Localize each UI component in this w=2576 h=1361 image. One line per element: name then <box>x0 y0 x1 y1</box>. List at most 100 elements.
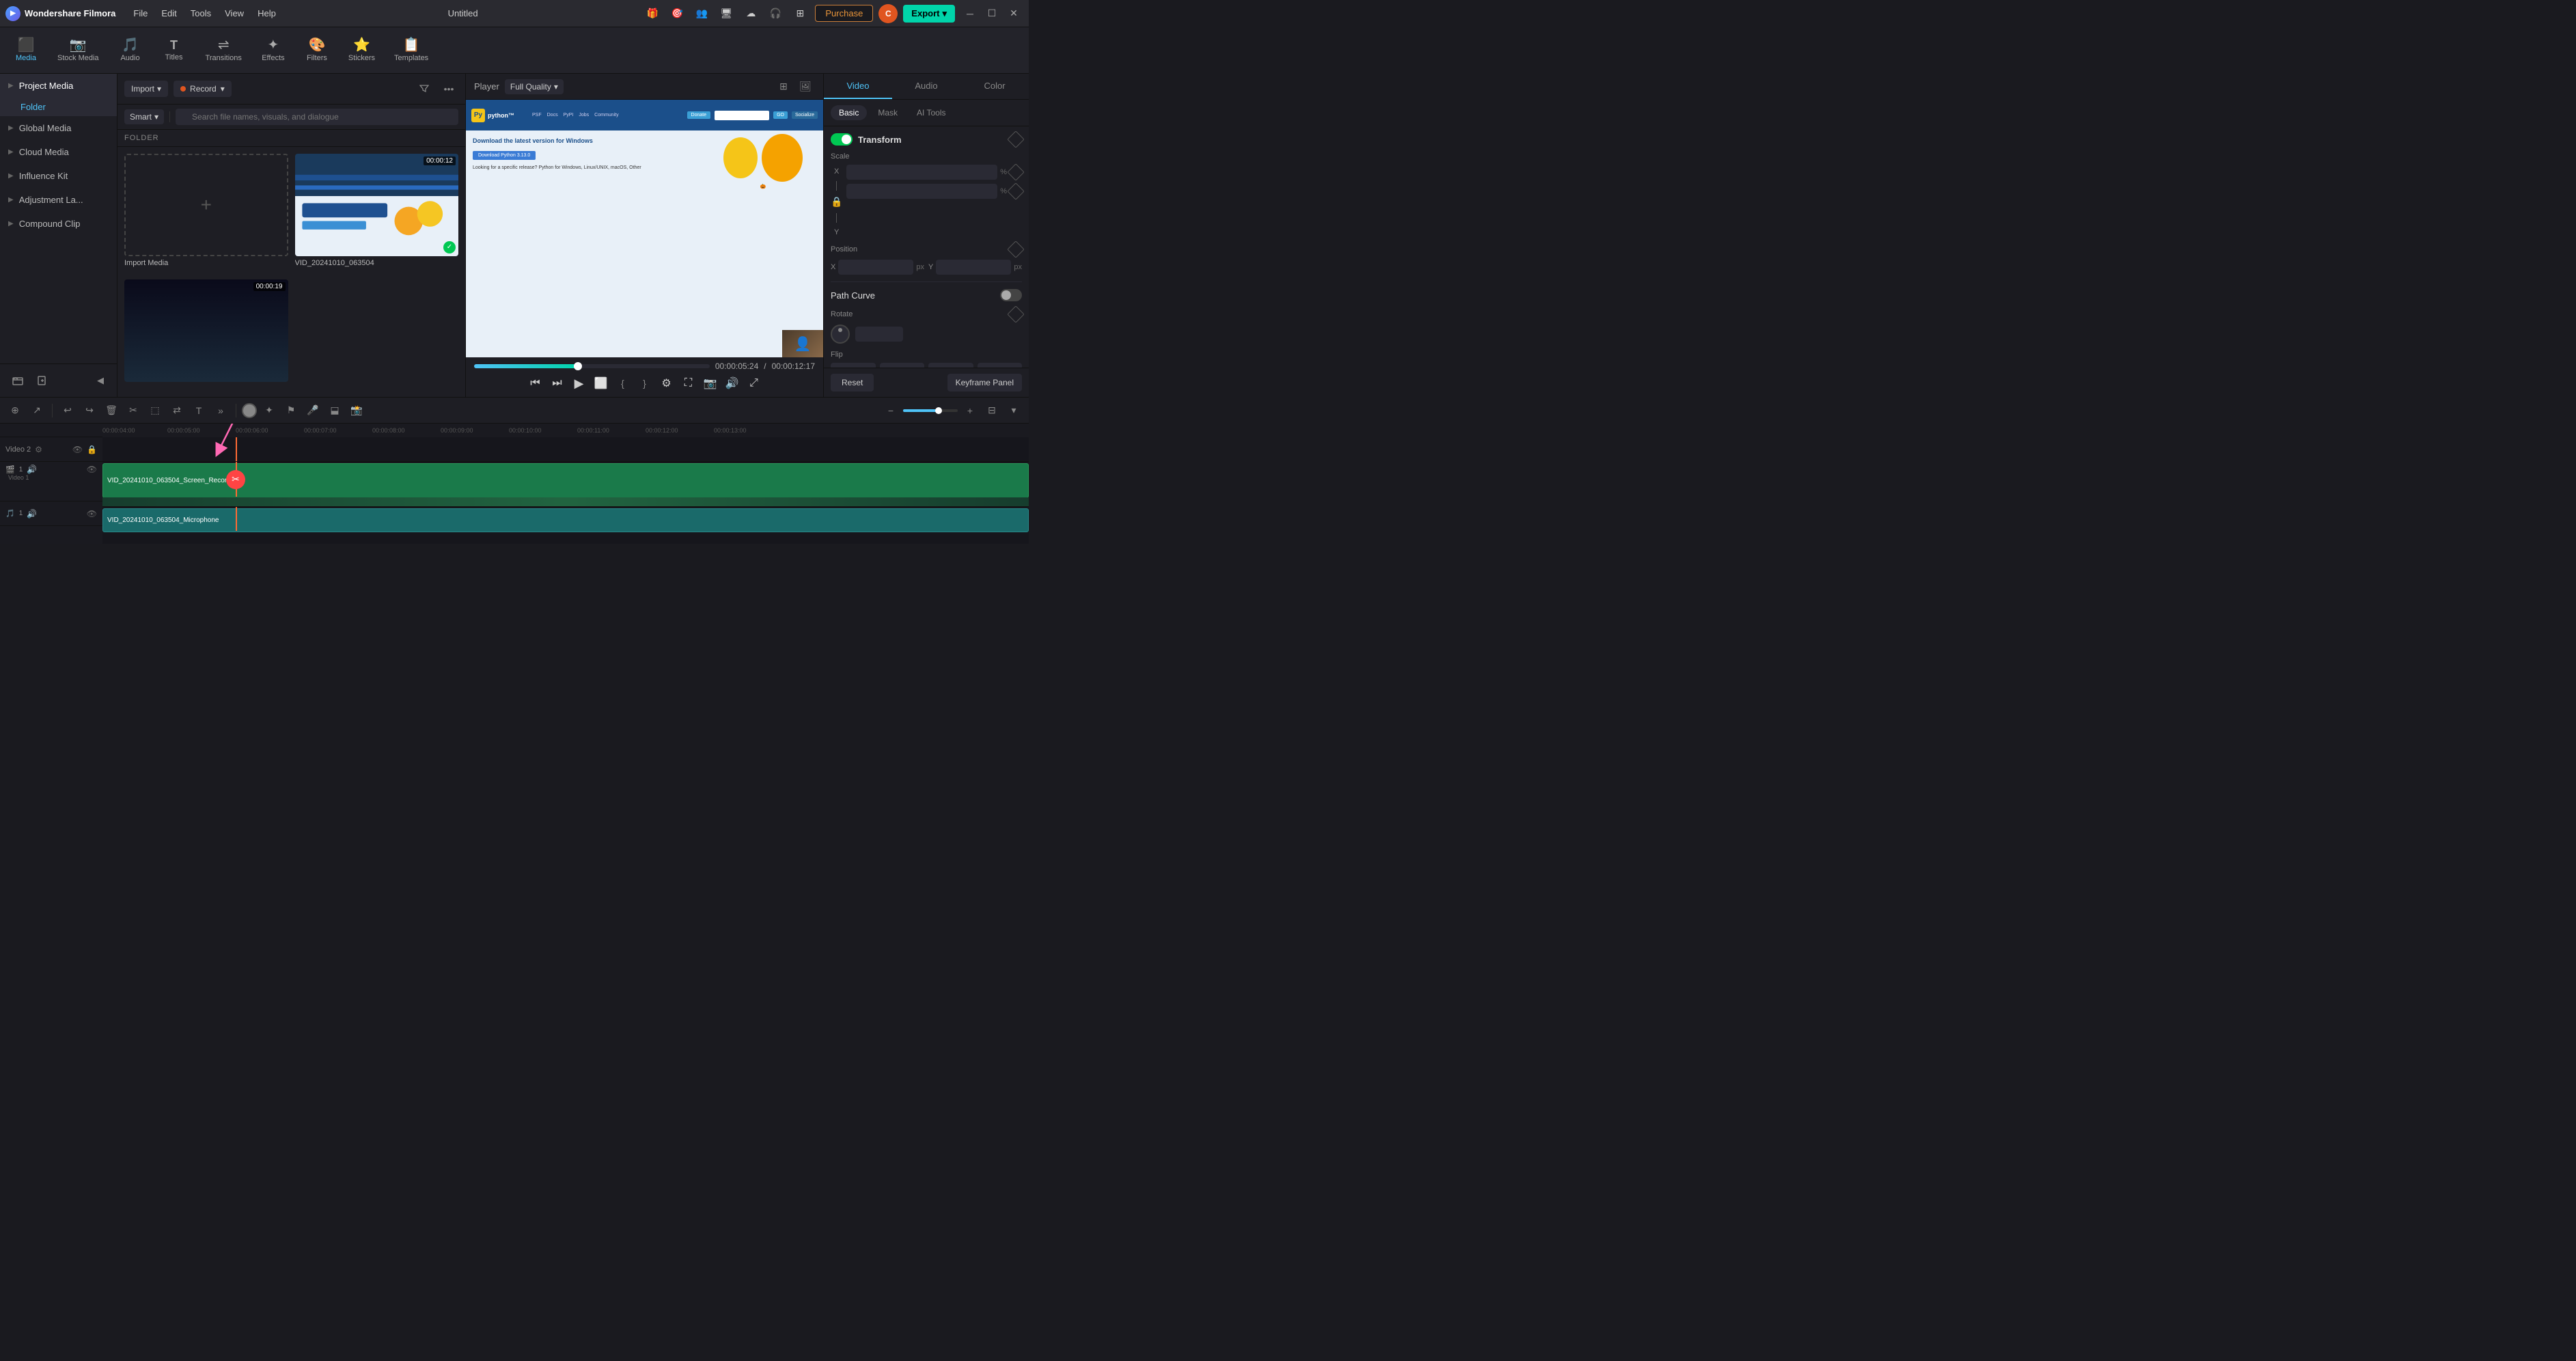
tl-add-track-button[interactable]: ⊕ <box>5 401 25 420</box>
position-y-input[interactable]: 0.00 <box>936 260 1011 275</box>
snapshot-button[interactable]: 📷 <box>701 374 720 393</box>
tab-audio[interactable]: Audio <box>892 74 960 99</box>
smart-dropdown[interactable]: Smart ▾ <box>124 109 164 124</box>
sidebar-item-project-media[interactable]: ▶ Project Media <box>0 74 117 98</box>
add-file-icon[interactable] <box>33 371 52 390</box>
sidebar-item-cloud-media[interactable]: ▶ Cloud Media <box>0 140 117 164</box>
rotate-keyframe[interactable] <box>1007 305 1024 322</box>
scale-x-keyframe[interactable] <box>1007 163 1024 180</box>
cut-marker[interactable]: ✂ <box>226 470 245 489</box>
path-curve-toggle[interactable] <box>1000 289 1022 301</box>
tl-video2-settings-icon[interactable]: ⚙ <box>35 445 42 454</box>
fullscreen-button[interactable]: ⛶ <box>679 374 698 393</box>
tool-transitions[interactable]: ⇌ Transitions <box>197 34 250 66</box>
tl-video1-speaker-icon[interactable]: 🔊 <box>27 465 37 474</box>
search-input[interactable] <box>176 109 458 125</box>
transform-toggle[interactable] <box>831 133 853 146</box>
tl-clip-audio1[interactable]: VID_20241010_063504_Microphone <box>102 508 1029 532</box>
sidebar-item-compound-clip[interactable]: ▶ Compound Clip <box>0 212 117 236</box>
grid-view-icon[interactable]: ⊞ <box>774 77 793 96</box>
tl-video2-eye-icon[interactable]: 👁 <box>72 445 83 454</box>
image-view-icon[interactable]: 🖼 <box>796 77 815 96</box>
stop-button[interactable]: ⬜ <box>592 374 611 393</box>
tl-crop-button[interactable]: ⬚ <box>146 401 165 420</box>
maximize-button[interactable]: ☐ <box>982 6 1001 21</box>
tl-record-start-button[interactable] <box>242 403 257 418</box>
tool-templates[interactable]: 📋 Templates <box>386 34 437 66</box>
tl-speed-button[interactable]: ⇄ <box>167 401 186 420</box>
tool-media[interactable]: ⬛ Media <box>5 34 46 66</box>
flip-vertical-button[interactable]: ⇅ <box>831 363 876 368</box>
tl-audio1-eye-icon[interactable]: 👁 <box>87 509 97 519</box>
keyframe-panel-button[interactable]: Keyframe Panel <box>947 374 1022 391</box>
go-btn[interactable]: GO <box>773 111 788 119</box>
monitor-icon[interactable]: 🖥 <box>717 4 736 23</box>
tl-layout-button[interactable]: ⊟ <box>982 401 1001 420</box>
menu-edit[interactable]: Edit <box>154 5 183 21</box>
group-icon[interactable]: 👥 <box>692 4 711 23</box>
collapse-sidebar-button[interactable]: ◀ <box>92 372 109 389</box>
scale-y-input[interactable]: 100.00 <box>846 184 997 199</box>
close-button[interactable]: ✕ <box>1004 6 1023 21</box>
tl-redo-button[interactable]: ↪ <box>80 401 99 420</box>
menu-file[interactable]: File <box>126 5 154 21</box>
tl-mic-button[interactable]: 🎤 <box>303 401 322 420</box>
user-avatar[interactable]: C <box>878 4 898 23</box>
menu-help[interactable]: Help <box>251 5 283 21</box>
frame-back-button[interactable]: ⏭ <box>548 374 567 393</box>
sidebar-item-folder[interactable]: Folder <box>0 98 117 116</box>
flip-horizontal-button[interactable]: ⇆ <box>880 363 925 368</box>
subtab-mask[interactable]: Mask <box>870 105 906 120</box>
tool-titles[interactable]: T Titles <box>154 35 195 66</box>
lock-icon[interactable]: 🔒 <box>831 196 842 208</box>
tl-audio1-volume-icon[interactable]: 🔊 <box>27 509 37 519</box>
zoom-thumb[interactable] <box>935 407 942 414</box>
transform-keyframe-button[interactable] <box>1007 130 1024 148</box>
tl-select-tool[interactable]: ↗ <box>27 401 46 420</box>
subtab-basic[interactable]: Basic <box>831 105 867 120</box>
progress-bar[interactable] <box>474 364 710 368</box>
mark-out-button[interactable]: } <box>635 374 654 393</box>
playback-settings-icon[interactable]: ⚙ <box>657 374 676 393</box>
tool-effects[interactable]: ✦ Effects <box>253 34 294 66</box>
rotate-wheel[interactable] <box>831 325 850 344</box>
export-button[interactable]: Export ▾ <box>903 5 955 23</box>
gift-icon[interactable]: 🎁 <box>643 4 662 23</box>
reset-button[interactable]: Reset <box>831 374 874 391</box>
more-controls-icon[interactable]: ⤢ <box>745 374 764 393</box>
tl-overlay-button[interactable]: ⬓ <box>325 401 344 420</box>
cloud-download-icon[interactable]: ☁ <box>741 4 760 23</box>
rotate-input[interactable]: 0.00° <box>855 327 903 342</box>
media-item-vid1[interactable]: 00:00:12 ✓ VID_20241010_063504 <box>295 154 459 273</box>
minimize-button[interactable]: ─ <box>960 6 980 21</box>
scale-x-input[interactable]: 100.00 <box>846 165 997 180</box>
donate-btn[interactable]: Donate <box>687 111 711 119</box>
scale-y-keyframe[interactable] <box>1007 182 1024 200</box>
target-icon[interactable]: 🎯 <box>667 4 687 23</box>
import-media-thumb[interactable]: + <box>124 154 288 256</box>
tab-video[interactable]: Video <box>824 74 892 99</box>
tl-flag-button[interactable]: ⚑ <box>281 401 301 420</box>
volume-button[interactable]: 🔊 <box>723 374 742 393</box>
sidebar-item-influence-kit[interactable]: ▶ Influence Kit <box>0 164 117 188</box>
tl-text-button[interactable]: T <box>189 401 208 420</box>
sidebar-item-adjustment[interactable]: ▶ Adjustment La... <box>0 188 117 212</box>
tl-video1-eye-icon[interactable]: 👁 <box>87 465 97 474</box>
position-x-input[interactable]: 0.00 <box>838 260 913 275</box>
purchase-button[interactable]: Purchase <box>815 5 873 22</box>
step-back-button[interactable]: ⏮ <box>526 374 545 393</box>
media-item-vid2[interactable]: 00:00:19 <box>124 279 288 390</box>
tl-undo-button[interactable]: ↩ <box>58 401 77 420</box>
grid-icon[interactable]: ⊞ <box>790 4 809 23</box>
sidebar-item-global-media[interactable]: ▶ Global Media <box>0 116 117 140</box>
import-button[interactable]: Import ▾ <box>124 81 168 97</box>
tl-cut-button[interactable]: ✂ <box>124 401 143 420</box>
mark-in-button[interactable]: { <box>613 374 633 393</box>
tl-delete-button[interactable]: 🗑 <box>102 401 121 420</box>
tl-more-tools-button[interactable]: » <box>211 401 230 420</box>
tl-more-button[interactable]: ▾ <box>1004 401 1023 420</box>
tool-stickers[interactable]: ⭐ Stickers <box>340 34 383 66</box>
tl-camera-button[interactable]: 📸 <box>347 401 366 420</box>
tl-ripple-button[interactable]: ✦ <box>260 401 279 420</box>
position-keyframe[interactable] <box>1007 240 1024 258</box>
